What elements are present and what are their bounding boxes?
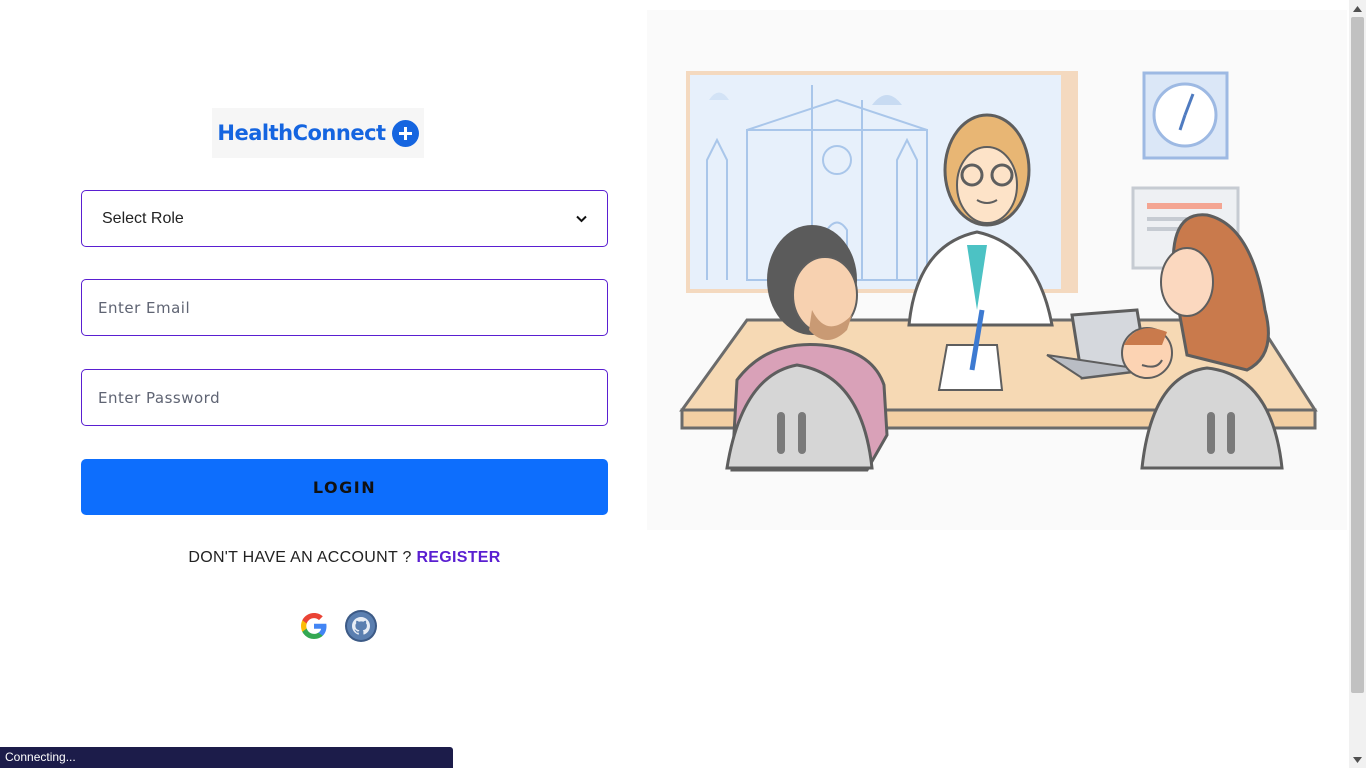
brand-logo: HealthConnect	[212, 108, 424, 158]
role-select-value: Select Role	[102, 209, 184, 227]
signup-prompt-line: DON'T HAVE AN ACCOUNT ? REGISTER	[81, 549, 608, 567]
brand-name: HealthConnect	[217, 121, 386, 145]
google-icon[interactable]	[297, 609, 331, 643]
email-field-wrapper	[81, 279, 608, 336]
social-login-group	[297, 609, 378, 643]
chevron-down-icon	[576, 210, 587, 228]
password-input[interactable]	[82, 370, 607, 425]
role-select[interactable]: Select Role	[81, 190, 608, 247]
signup-prompt-text: DON'T HAVE AN ACCOUNT ?	[188, 549, 417, 566]
doctor-consultation-illustration	[647, 10, 1347, 530]
password-field-wrapper	[81, 369, 608, 426]
plus-icon	[391, 119, 419, 147]
github-icon[interactable]	[344, 609, 378, 643]
scrollbar-thumb[interactable]	[1351, 17, 1364, 693]
register-link[interactable]: REGISTER	[416, 549, 500, 566]
status-bar: Connecting...	[0, 747, 453, 768]
login-button[interactable]: LOGIN	[81, 459, 608, 515]
vertical-scrollbar[interactable]	[1349, 0, 1366, 768]
scroll-up-icon[interactable]	[1349, 0, 1366, 17]
email-input[interactable]	[82, 280, 607, 335]
scroll-down-icon[interactable]	[1349, 751, 1366, 768]
